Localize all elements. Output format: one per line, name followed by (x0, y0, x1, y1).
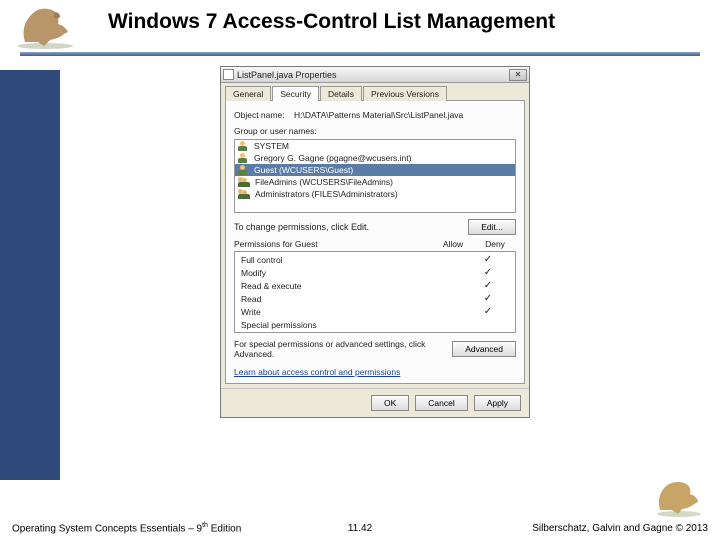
object-name-row: Object name: H:\DATA\Patterns Material\S… (234, 110, 516, 120)
permission-row: Read ✓ (235, 292, 515, 305)
learn-link[interactable]: Learn about access control and permissio… (234, 367, 400, 377)
users-listbox[interactable]: SYSTEM Gregory G. Gagne (pgagne@wcusers.… (234, 139, 516, 213)
user-name: Gregory G. Gagne (pgagne@wcusers.int) (254, 153, 411, 163)
perm-name: Full control (241, 255, 425, 265)
deny-cell: ✓ (467, 293, 509, 304)
tab-strip: General Security Details Previous Versio… (221, 83, 529, 101)
tab-details[interactable]: Details (320, 86, 362, 101)
allow-cell (425, 267, 467, 278)
tab-security[interactable]: Security (272, 86, 319, 101)
dialog-title-text: ListPanel.java Properties (237, 70, 337, 80)
allow-cell (425, 254, 467, 265)
dialog-titlebar: ListPanel.java Properties ✕ (221, 67, 529, 83)
permission-row: Special permissions (235, 318, 515, 331)
allow-cell (425, 293, 467, 304)
group-users-label: Group or user names: (234, 126, 516, 136)
deny-cell: ✓ (467, 267, 509, 278)
user-name: FileAdmins (WCUSERS\FileAdmins) (255, 177, 393, 187)
list-item[interactable]: Gregory G. Gagne (pgagne@wcusers.int) (235, 152, 515, 164)
permission-row: Read & execute ✓ (235, 279, 515, 292)
change-permissions-text: To change permissions, click Edit. (234, 222, 369, 232)
dialog-button-row: OK Cancel Apply (221, 388, 529, 417)
allow-column-header: Allow (432, 239, 474, 249)
permissions-header: Permissions for Guest Allow Deny (234, 239, 516, 249)
deny-column-header: Deny (474, 239, 516, 249)
slide-title: Windows 7 Access-Control List Management (108, 10, 555, 34)
group-icon (238, 177, 251, 187)
user-name: SYSTEM (254, 141, 289, 151)
object-name-value: H:\DATA\Patterns Material\Src\ListPanel.… (294, 110, 463, 120)
tab-previous-versions[interactable]: Previous Versions (363, 86, 447, 101)
apply-button[interactable]: Apply (474, 395, 521, 411)
permissions-for-label: Permissions for Guest (234, 239, 432, 249)
deny-cell: ✓ (467, 306, 509, 317)
group-icon (238, 189, 251, 199)
permission-row: Modify ✓ (235, 266, 515, 279)
close-button[interactable]: ✕ (509, 69, 527, 81)
footer-left: Operating System Concepts Essentials – 9… (12, 522, 241, 534)
tab-panel-security: Object name: H:\DATA\Patterns Material\S… (225, 100, 525, 384)
list-item[interactable]: SYSTEM (235, 140, 515, 152)
dinosaur-logo-right (650, 476, 708, 518)
list-item[interactable]: Administrators (FILES\Administrators) (235, 188, 515, 200)
properties-dialog: ListPanel.java Properties ✕ General Secu… (220, 66, 530, 418)
user-icon (238, 165, 250, 175)
advanced-text: For special permissions or advanced sett… (234, 339, 444, 359)
edit-button[interactable]: Edit... (468, 219, 516, 235)
perm-name: Read (241, 294, 425, 304)
user-icon (238, 141, 250, 151)
allow-cell (425, 319, 467, 330)
slide-footer: Operating System Concepts Essentials – 9… (0, 522, 720, 534)
perm-name: Modify (241, 268, 425, 278)
allow-cell (425, 280, 467, 291)
document-icon (223, 69, 234, 80)
allow-cell (425, 306, 467, 317)
user-icon (238, 153, 250, 163)
perm-name: Read & execute (241, 281, 425, 291)
ok-button[interactable]: OK (371, 395, 409, 411)
dinosaur-logo-left (10, 2, 80, 50)
tab-general[interactable]: General (225, 86, 271, 101)
footer-copyright: Silberschatz, Galvin and Gagne © 2013 (532, 523, 708, 534)
deny-cell: ✓ (467, 280, 509, 291)
list-item[interactable]: FileAdmins (WCUSERS\FileAdmins) (235, 176, 515, 188)
permission-row: Full control ✓ (235, 253, 515, 266)
user-name: Administrators (FILES\Administrators) (255, 189, 398, 199)
footer-book-title: Operating System Concepts Essentials – 9 (12, 523, 202, 534)
footer-page-number: 11.42 (348, 523, 372, 534)
permissions-listbox: Full control ✓ Modify ✓ Read & execute ✓ Re… (234, 251, 516, 333)
footer-book-tail: Edition (208, 523, 241, 534)
list-item-selected[interactable]: Guest (WCUSERS\Guest) (235, 164, 515, 176)
title-rule (20, 52, 700, 56)
permission-row: Write ✓ (235, 305, 515, 318)
perm-name: Write (241, 307, 425, 317)
advanced-button[interactable]: Advanced (452, 341, 516, 357)
cancel-button[interactable]: Cancel (415, 395, 467, 411)
object-name-label: Object name: (234, 110, 285, 120)
sidebar-accent (0, 70, 60, 480)
user-name: Guest (WCUSERS\Guest) (254, 165, 353, 175)
deny-cell (467, 319, 509, 330)
deny-cell: ✓ (467, 254, 509, 265)
perm-name: Special permissions (241, 320, 425, 330)
